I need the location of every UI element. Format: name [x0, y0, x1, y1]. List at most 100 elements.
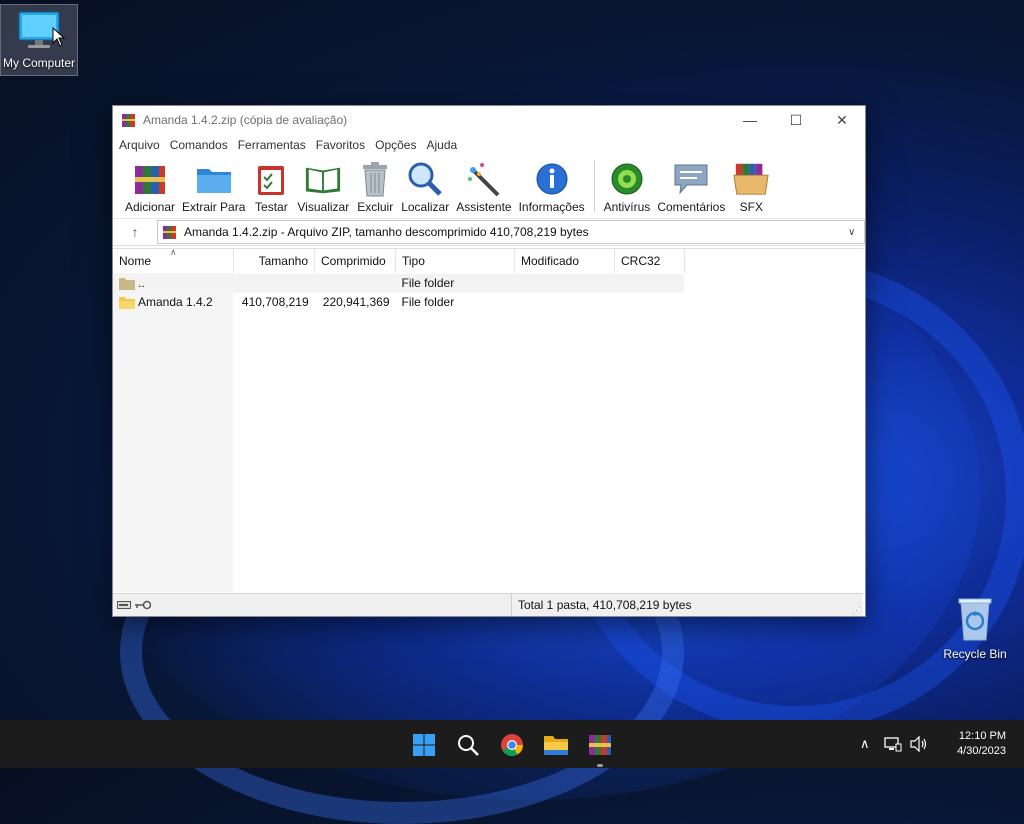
table-row[interactable]: .. File folder [113, 274, 684, 293]
view-button[interactable]: Visualizar [297, 156, 349, 214]
sfx-label: SFX [739, 200, 764, 214]
address-bar: ↑ Amanda 1.4.2.zip - Arquivo ZIP, tamanh… [113, 219, 865, 246]
up-arrow-icon[interactable]: ↑ [113, 224, 157, 240]
antivirus-bug-icon [608, 160, 646, 198]
search-icon [458, 735, 479, 756]
recycle-bin-desktop-icon[interactable]: Recycle Bin [937, 596, 1013, 661]
volume-icon[interactable] [909, 736, 928, 752]
row-name: .. [138, 276, 145, 290]
maximize-icon: ☐ [789, 111, 803, 128]
status-bar: Total 1 pasta, 410,708,219 bytes ⋰ [113, 593, 863, 616]
find-button[interactable]: Localizar [401, 156, 449, 214]
row-size [234, 274, 315, 293]
menu-ajuda[interactable]: Ajuda [422, 138, 461, 152]
row-packed: 220,941,369 [322, 295, 390, 309]
chevron-up-icon[interactable]: ∧ [860, 737, 870, 752]
menu-favoritos[interactable]: Favoritos [312, 138, 369, 152]
resize-grip-icon[interactable]: ⋰ [852, 605, 861, 616]
address-field[interactable]: Amanda 1.4.2.zip - Arquivo ZIP, tamanho … [157, 220, 865, 244]
taskbar-explorer-button[interactable] [543, 732, 569, 758]
info-button[interactable]: Informações [519, 156, 585, 214]
row-type: File folder [401, 295, 455, 309]
test-button[interactable]: Testar [252, 156, 290, 214]
wizard-wand-icon [465, 160, 503, 198]
test-clipboard-icon [252, 160, 290, 198]
drive-icon[interactable] [117, 601, 131, 609]
menu-ferramentas[interactable]: Ferramentas [234, 138, 310, 152]
menu-comandos[interactable]: Comandos [166, 138, 232, 152]
row-crc [614, 293, 684, 312]
column-header-packed[interactable]: Comprimido [315, 249, 396, 273]
comments-label: Comentários [657, 200, 726, 214]
add-archive-icon [131, 160, 169, 198]
comments-button[interactable]: Comentários [657, 156, 725, 214]
window-title: Amanda 1.4.2.zip (cópia de avaliação) [143, 113, 348, 127]
taskbar-chrome-button[interactable] [499, 732, 525, 758]
menu-opcoes[interactable]: Opções [371, 138, 420, 152]
info-label: Informações [518, 200, 585, 214]
status-text: Total 1 pasta, 410,708,219 bytes [518, 598, 692, 612]
clock-time: 12:10 PM [958, 730, 1006, 742]
minimize-button[interactable]: — [727, 106, 773, 134]
parent-folder-icon [119, 278, 135, 290]
add-button-label: Adicionar [125, 200, 176, 214]
taskbar-winrar-button[interactable] [587, 732, 613, 758]
info-icon [533, 160, 571, 198]
delete-button[interactable]: Excluir [356, 156, 394, 214]
column-header-type[interactable]: Tipo [396, 249, 515, 273]
row-modified [514, 293, 614, 312]
windows-start-icon [413, 734, 435, 756]
row-name: Amanda 1.4.2 [138, 295, 213, 309]
extract-to-button[interactable]: Extrair Para [182, 156, 245, 214]
maximize-button[interactable]: ☐ [773, 106, 819, 134]
recycle-bin-label: Recycle Bin [943, 647, 1007, 661]
test-label: Testar [255, 200, 288, 214]
sfx-box-icon [732, 160, 770, 198]
winrar-app-icon [122, 114, 135, 127]
start-button[interactable] [411, 732, 437, 758]
antivirus-button[interactable]: Antivírus [603, 156, 651, 214]
taskbar-clock[interactable]: 12:10 PM 4/30/2023 [957, 729, 1006, 759]
taskbar-search-button[interactable] [455, 732, 481, 758]
minimize-icon: — [743, 112, 757, 128]
title-bar[interactable]: Amanda 1.4.2.zip (cópia de avaliação) — … [113, 106, 865, 134]
mouse-cursor-icon [52, 27, 66, 47]
wizard-label: Assistente [456, 200, 512, 214]
close-icon: ✕ [836, 111, 848, 128]
comment-icon [672, 160, 710, 198]
key-icon[interactable] [135, 600, 151, 610]
column-header-modified[interactable]: Modificado [515, 249, 615, 273]
chevron-down-icon[interactable]: ∨ [848, 227, 864, 238]
antivirus-label: Antivírus [603, 200, 651, 214]
row-type: File folder [401, 276, 455, 290]
sfx-button[interactable]: SFX [732, 156, 770, 214]
table-row[interactable]: Amanda 1.4.2 410,708,219 220,941,369 Fil… [113, 293, 684, 312]
column-header-size[interactable]: Tamanho [234, 249, 315, 273]
winrar-window: Amanda 1.4.2.zip (cópia de avaliação) — … [112, 105, 866, 617]
network-icon[interactable] [883, 736, 902, 752]
row-packed [315, 274, 396, 293]
address-text: Amanda 1.4.2.zip - Arquivo ZIP, tamanho … [184, 225, 589, 239]
find-label: Localizar [401, 200, 450, 214]
list-header: Nome Tamanho Comprimido Tipo Modificado … [113, 249, 685, 273]
recycle-bin-icon [958, 598, 992, 641]
my-computer-label: My Computer [2, 56, 76, 70]
view-book-icon [304, 160, 342, 198]
file-explorer-icon [544, 736, 568, 755]
add-button[interactable]: Adicionar [125, 156, 175, 214]
view-label: Visualizar [297, 200, 350, 214]
row-modified [514, 274, 614, 293]
my-computer-desktop-icon[interactable]: My Computer [0, 4, 78, 76]
running-indicator [597, 764, 603, 767]
column-header-crc32[interactable]: CRC32 [615, 249, 685, 273]
close-button[interactable]: ✕ [819, 106, 865, 134]
name-column-shade [113, 273, 233, 592]
file-list: Nome Tamanho Comprimido Tipo Modificado … [113, 247, 863, 592]
menu-arquivo[interactable]: Arquivo [115, 138, 164, 152]
magnifier-icon [406, 160, 444, 198]
wizard-button[interactable]: Assistente [456, 156, 512, 214]
winrar-icon [589, 735, 611, 755]
toolbar-separator [593, 160, 595, 212]
row-crc [614, 274, 684, 293]
row-size: 410,708,219 [241, 295, 309, 309]
